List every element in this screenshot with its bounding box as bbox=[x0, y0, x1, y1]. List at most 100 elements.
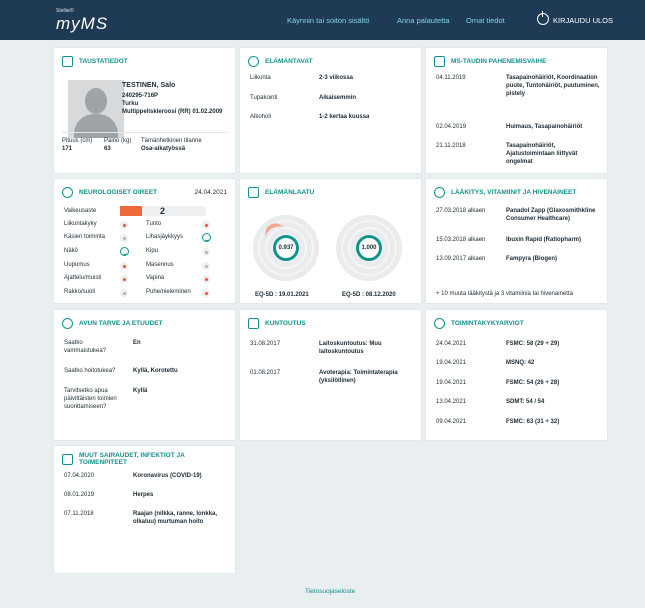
apple-icon bbox=[248, 55, 259, 67]
relapse-date: 21.11.2018 bbox=[436, 143, 466, 149]
assessment-result: SDMT: 54 / 54 bbox=[506, 399, 545, 405]
relapse-symptoms: Tasapainohäiriöt, Koordinaation puute, T… bbox=[506, 75, 600, 97]
nav-visit-content[interactable]: Käynnin tai soiton sisältö bbox=[287, 16, 370, 25]
symptom-label: Rakko/suoli bbox=[64, 289, 96, 295]
disease-name: Raajan (nilkka, ranne, lonkka, olkaluu) … bbox=[133, 511, 218, 525]
medication-date: 27.03.2018 alkaen bbox=[436, 208, 486, 214]
lifestyle-label: Liikunta bbox=[250, 75, 271, 81]
card-title: NEUROLOGISET OIREET bbox=[79, 188, 158, 196]
symptom-label: Vapina bbox=[146, 275, 165, 281]
symptom-label: Lihasjäykkyys bbox=[146, 234, 184, 240]
symptom-label: Ajattelu/muisti bbox=[64, 275, 102, 281]
medication-name: Ibuxin Rapid (Ratiopharm) bbox=[506, 237, 581, 243]
patient-id: 240295-716P bbox=[122, 93, 159, 99]
disease-date: 07.11.2018 bbox=[64, 511, 94, 517]
symptom-dot bbox=[202, 221, 210, 229]
symptom-label: Kipu bbox=[146, 248, 159, 254]
assessment-result: FSMC: 63 (31 + 32) bbox=[506, 419, 560, 425]
power-icon[interactable] bbox=[537, 11, 549, 25]
symptom-label: Liikuntakyky bbox=[64, 221, 97, 227]
symptom-dot bbox=[202, 275, 210, 283]
nav-own-info[interactable]: Omat tiedot bbox=[466, 16, 505, 25]
card-title: ELÄMÄNLAATU bbox=[265, 188, 315, 196]
pill-icon bbox=[434, 186, 445, 198]
rehab-date: 31.08.2017 bbox=[250, 341, 281, 347]
logo-small: Stellar© bbox=[56, 8, 74, 14]
weight-label: Paino (kg) bbox=[104, 138, 132, 144]
logout-link[interactable]: KIRJAUDU ULOS bbox=[553, 16, 613, 25]
card-medication: LÄÄKITYS, VITAMIINIT JA HIVENAINEET 27.0… bbox=[426, 179, 607, 303]
medication-name: Panadol Zapp (Glaxosmithkline Consumer H… bbox=[506, 208, 596, 222]
symptom-dot bbox=[202, 248, 210, 256]
card-date: 24.04.2021 bbox=[194, 188, 227, 196]
help-answer: Kyllä, Korotettu bbox=[133, 368, 178, 374]
brain-icon bbox=[62, 186, 73, 198]
severity-label: Vaikeusaste bbox=[64, 208, 97, 214]
relapse-symptoms: Tasapainohäiriöt, Ajatustoimintaan liitt… bbox=[506, 143, 578, 165]
eq5d-gauge: 0.937 bbox=[253, 215, 319, 281]
smiley-icon bbox=[202, 233, 211, 242]
severity-bar: 2 bbox=[120, 206, 206, 216]
symptom-dot bbox=[120, 234, 128, 242]
help-answer: En bbox=[133, 340, 141, 346]
assessment-icon bbox=[434, 317, 445, 329]
medication-name: Fampyra (Biogen) bbox=[506, 256, 558, 262]
symptom-label: Näkö bbox=[64, 248, 79, 254]
assessment-result: FSMC: 54 (26 + 28) bbox=[506, 380, 560, 386]
avatar bbox=[68, 80, 124, 138]
eq5d-gauge: 1.000 bbox=[336, 215, 402, 281]
medication-more[interactable]: + 10 muuta lääkitystä ja 3 vitamiinia ta… bbox=[436, 290, 573, 298]
disease-date: 08.01.2019 bbox=[64, 492, 95, 498]
nav-feedback[interactable]: Anna palautetta bbox=[397, 16, 450, 25]
help-answer: Kyllä bbox=[133, 388, 148, 394]
assessment-date: 24.04.2021 bbox=[436, 341, 467, 347]
eq5d-label: EQ-5D : 08.12.2020 bbox=[342, 292, 396, 298]
symptom-label: Puhe/nieleminen bbox=[146, 289, 191, 295]
lifestyle-label: Tupakointi bbox=[250, 95, 278, 101]
privacy-link[interactable]: Tietosuojaseloste bbox=[305, 588, 355, 595]
card-title: LÄÄKITYS, VITAMIINIT JA HIVENAINEET bbox=[451, 188, 577, 196]
logo[interactable]: Stellar© myMS bbox=[56, 8, 108, 34]
smiley-icon bbox=[120, 247, 129, 256]
medication-date: 13.09.2017 alkaen bbox=[436, 256, 486, 262]
relapse-date: 04.11.2019 bbox=[436, 75, 466, 81]
calendar-icon bbox=[434, 55, 445, 67]
symptom-label: Käsien toiminta bbox=[64, 234, 106, 240]
card-background-info: TAUSTATIEDOT TESTINEN, Salo 240295-716P … bbox=[54, 48, 235, 173]
status-label: Tämänhetkinen tilanne bbox=[141, 138, 202, 144]
symptom-dot bbox=[120, 289, 128, 297]
assessment-result: MSNQ: 42 bbox=[506, 360, 535, 366]
help-question: Tarvitsetko apua päivittäisten toimien s… bbox=[64, 388, 117, 410]
card-title: TOIMINTAKYKYARVIOT bbox=[451, 319, 524, 327]
card-lifestyle: ELÄMÄNTAVAT Liikunta 2-3 viikossa Tupako… bbox=[240, 48, 421, 173]
card-title: KUNTOUTUS bbox=[265, 319, 306, 327]
assessment-date: 13.04.2021 bbox=[436, 399, 467, 405]
assessment-date: 19.04.2021 bbox=[436, 360, 467, 366]
card-title: TAUSTATIEDOT bbox=[79, 57, 128, 65]
height-value: 171 bbox=[62, 146, 73, 152]
symptom-label: Masennus bbox=[146, 262, 174, 268]
card-title: MUUT SAIRAUDET, INFEKTIOT JA TOIMENPITEE… bbox=[79, 452, 185, 466]
severity-value: 2 bbox=[160, 206, 166, 216]
medical-cross-icon bbox=[62, 453, 73, 465]
card-title: MS-TAUDIN PAHENEMISVAIHE bbox=[451, 57, 547, 65]
card-other-diseases: MUUT SAIRAUDET, INFEKTIOT JA TOIMENPITEE… bbox=[54, 446, 235, 573]
id-card-icon bbox=[62, 55, 73, 67]
top-bar: Stellar© myMS Käynnin tai soiton sisältö… bbox=[0, 0, 645, 40]
card-rehabilitation: KUNTOUTUS 31.08.2017 Laitoskuntoutus: Mu… bbox=[240, 310, 421, 440]
medication-date: 15.03.2018 alkaen bbox=[436, 237, 486, 243]
card-help-benefits: AVUN TARVE JA ETUUDET Saatko vammaistuke… bbox=[54, 310, 235, 440]
patient-city: Turku bbox=[122, 101, 139, 107]
assessment-date: 09.04.2021 bbox=[436, 419, 467, 425]
symptom-label: Uupumus bbox=[64, 262, 90, 268]
lifestyle-value: Aikaisemmin bbox=[319, 95, 357, 101]
helping-hand-icon bbox=[62, 317, 73, 329]
card-function-assessments: TOIMINTAKYKYARVIOT 24.04.2021 FSMC: 58 (… bbox=[426, 310, 607, 440]
disease-name: Koronavirus (COVID-19) bbox=[133, 473, 202, 479]
rehab-icon bbox=[248, 317, 259, 329]
lifestyle-value: 1-2 kertaa kuussa bbox=[319, 114, 370, 120]
symptom-dot bbox=[120, 221, 128, 229]
weight-value: 63 bbox=[104, 146, 111, 152]
eq5d-label: EQ-5D : 19.01.2021 bbox=[255, 292, 309, 298]
eq5d-value: 1.000 bbox=[356, 235, 382, 261]
